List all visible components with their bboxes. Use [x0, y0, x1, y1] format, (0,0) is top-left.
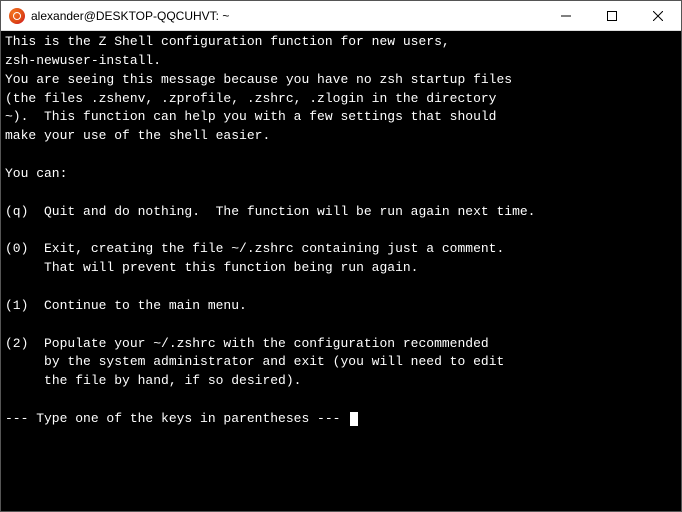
terminal-line: (the files .zshenv, .zprofile, .zshrc, .… [5, 91, 496, 106]
terminal-line: by the system administrator and exit (yo… [5, 354, 504, 369]
terminal-line: make your use of the shell easier. [5, 128, 270, 143]
terminal-line: This is the Z Shell configuration functi… [5, 34, 450, 49]
terminal-prompt: --- Type one of the keys in parentheses … [5, 411, 348, 426]
terminal-line: zsh-newuser-install. [5, 53, 161, 68]
titlebar[interactable]: alexander@DESKTOP-QQCUHVT: ~ [1, 1, 681, 31]
terminal-window: alexander@DESKTOP-QQCUHVT: ~ This is the… [0, 0, 682, 512]
close-button[interactable] [635, 1, 681, 30]
terminal-line: (q) Quit and do nothing. The function wi… [5, 204, 536, 219]
window-controls [543, 1, 681, 30]
ubuntu-icon [9, 8, 25, 24]
terminal-line: (1) Continue to the main menu. [5, 298, 247, 313]
window-title: alexander@DESKTOP-QQCUHVT: ~ [31, 9, 543, 23]
terminal-line: (2) Populate your ~/.zshrc with the conf… [5, 336, 489, 351]
terminal-line: the file by hand, if so desired). [5, 373, 301, 388]
minimize-button[interactable] [543, 1, 589, 30]
terminal-line: That will prevent this function being ru… [5, 260, 418, 275]
terminal-line: ~). This function can help you with a fe… [5, 109, 496, 124]
terminal-line: (0) Exit, creating the file ~/.zshrc con… [5, 241, 504, 256]
terminal-line: You are seeing this message because you … [5, 72, 512, 87]
cursor-icon [350, 412, 358, 426]
terminal-content[interactable]: This is the Z Shell configuration functi… [1, 31, 681, 511]
terminal-line: You can: [5, 166, 67, 181]
maximize-button[interactable] [589, 1, 635, 30]
